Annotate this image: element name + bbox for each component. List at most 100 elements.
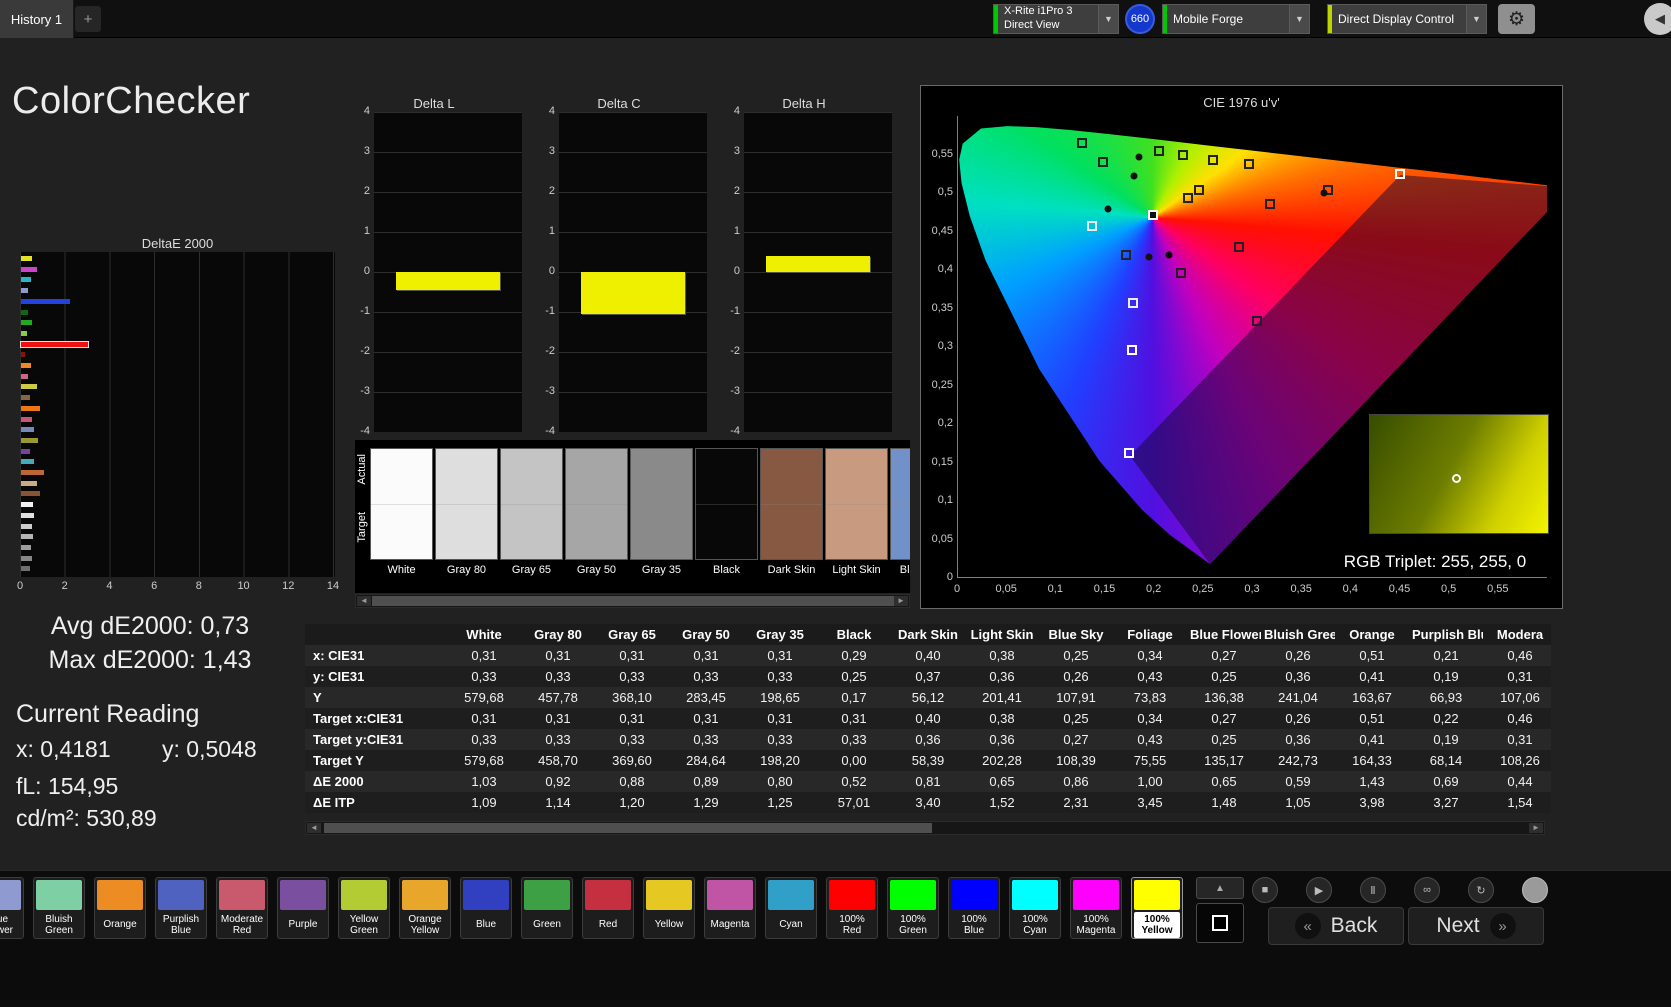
- de2000-bar: [21, 480, 37, 486]
- cie-measured-marker: [1145, 253, 1153, 261]
- table-cell: 0,86: [1063, 774, 1089, 789]
- table-row: x: CIE31 0,31 0,31 0,31 0,31 0,31 0,29 0,40 0,38…: [305, 645, 1551, 666]
- patch-button-blue-flower[interactable]: Blue Flower: [0, 877, 24, 939]
- collapse-panel-icon[interactable]: ◀: [1644, 3, 1671, 35]
- cie-target-marker: [1207, 154, 1218, 165]
- patch-button-purplish-blue[interactable]: Purplish Blue: [155, 877, 207, 939]
- de2000-bar: [21, 448, 30, 454]
- chevron-down-icon[interactable]: ▼: [1466, 5, 1486, 33]
- table-scrollbar[interactable]: ◄ ►: [305, 821, 1545, 835]
- chevron-down-icon[interactable]: ▼: [1289, 5, 1309, 33]
- patch-button-red[interactable]: Red: [582, 877, 634, 939]
- table-cell: 1,00: [1137, 774, 1163, 789]
- patch-button-orange-yellow[interactable]: Orange Yellow: [399, 877, 451, 939]
- patch-button-100-magenta[interactable]: 100% Magenta: [1070, 877, 1122, 939]
- table-row: Target y:CIE31 0,33 0,33 0,33 0,33 0,33 0,33 0,…: [305, 729, 1551, 750]
- axis-tick-label: 0: [733, 265, 740, 277]
- table-cell: 0,36: [1285, 732, 1311, 747]
- table-cell: 0,80: [767, 774, 793, 789]
- table-cell: 0,19: [1433, 669, 1459, 684]
- gear-icon[interactable]: ⚙: [1498, 4, 1535, 34]
- de2000-bar: [21, 470, 45, 475]
- axis-tick-label: 0: [548, 265, 555, 277]
- patch-button-yellow[interactable]: Yellow: [643, 877, 695, 939]
- meter-dropdown[interactable]: X-Rite i1Pro 3 Direct View ▼: [993, 4, 1119, 34]
- patch-button-bluish-green[interactable]: Bluish Green: [33, 877, 85, 939]
- patch-button-orange[interactable]: Orange: [94, 877, 146, 939]
- next-chevrons-icon: »: [1489, 913, 1516, 939]
- table-row-label: y: CIE31: [313, 669, 365, 684]
- meter-name: X-Rite i1Pro 3: [1004, 5, 1073, 18]
- table-row: ΔE ITP 1,09 1,14 1,20 1,29 1,25 57,01 3,40 1,52 2…: [305, 792, 1551, 813]
- de2000-bar: [21, 523, 33, 529]
- current-fl: fL: 154,95: [16, 773, 119, 799]
- chevron-down-icon[interactable]: ▼: [1098, 5, 1118, 33]
- pause-icon[interactable]: Ⅱ: [1360, 877, 1386, 903]
- screen-icon[interactable]: [1522, 877, 1548, 903]
- table-row: Y 579,68 457,78 368,10 283,45 198,65 0,17 56,12…: [305, 687, 1551, 708]
- patch-button-100-red[interactable]: 100% Red: [826, 877, 878, 939]
- infinity-icon[interactable]: ∞: [1414, 877, 1440, 903]
- patch-button-100-blue[interactable]: 100% Blue: [948, 877, 1000, 939]
- caret-up-icon[interactable]: ▲: [1196, 877, 1244, 899]
- de2000-bar: [21, 555, 33, 561]
- patch-button-yellow-green[interactable]: Yellow Green: [338, 877, 390, 939]
- scroll-left-icon[interactable]: ◄: [307, 823, 321, 833]
- next-button[interactable]: Next »: [1408, 907, 1544, 945]
- scroll-left-icon[interactable]: ◄: [357, 596, 371, 606]
- table-cell: 0,33: [545, 732, 571, 747]
- axis-tick-label: 14: [326, 580, 340, 592]
- back-button[interactable]: « Back: [1268, 907, 1404, 945]
- current-x: x: 0,4181: [16, 736, 111, 762]
- display-control-dropdown[interactable]: Direct Display Control ▼: [1327, 4, 1487, 34]
- patch-button-magenta[interactable]: Magenta: [704, 877, 756, 939]
- table-cell: 0,25: [841, 669, 867, 684]
- scrollbar-thumb[interactable]: [324, 823, 932, 833]
- de2000-chart: [20, 252, 335, 577]
- table-cell: 1,29: [693, 795, 719, 810]
- cie-target-marker: [1193, 184, 1204, 195]
- cie-measured-marker: [1320, 189, 1328, 197]
- patch-strip-scrollbar[interactable]: ◄ ►: [355, 594, 910, 608]
- play-icon[interactable]: ▶: [1306, 877, 1332, 903]
- table-cell: 0,31: [841, 711, 867, 726]
- pattern-source-dropdown[interactable]: Mobile Forge ▼: [1162, 4, 1310, 34]
- axis-tick-label: 3: [548, 145, 555, 157]
- patch-button-purple[interactable]: Purple: [277, 877, 329, 939]
- table-cell: 241,04: [1278, 690, 1318, 705]
- de2000-bar: [21, 373, 28, 379]
- cie-target-marker: [1127, 345, 1138, 356]
- patch-button-green[interactable]: Green: [521, 877, 573, 939]
- patch-button-label: Red: [598, 919, 618, 931]
- add-tab-button[interactable]: +: [75, 6, 101, 32]
- delta-c-wrap: 4 3 2 1 0 -1 -2 -3 -4: [531, 105, 707, 437]
- patch-swatch: [630, 448, 693, 560]
- table-column-header: Gray 35: [743, 624, 817, 645]
- patch-button-cyan[interactable]: Cyan: [765, 877, 817, 939]
- repeat-icon[interactable]: ↻: [1468, 877, 1494, 903]
- reference-patch: Gray 50: [565, 448, 628, 576]
- table-cell: 458,70: [538, 753, 578, 768]
- patch-button-blue[interactable]: Blue: [460, 877, 512, 939]
- stop-icon[interactable]: ■: [1252, 877, 1278, 903]
- reference-patch: Gray 35: [630, 448, 693, 576]
- table-cell: 0,89: [693, 774, 719, 789]
- history-tab[interactable]: History 1: [0, 0, 74, 38]
- scroll-right-icon[interactable]: ►: [1529, 823, 1543, 833]
- table-cell: 579,68: [464, 753, 504, 768]
- patch-button-moderate-red[interactable]: Moderate Red: [216, 877, 268, 939]
- patch-button-100-cyan[interactable]: 100% Cyan: [1009, 877, 1061, 939]
- scroll-right-icon[interactable]: ►: [894, 596, 908, 606]
- window-icon: [1212, 915, 1228, 931]
- scrollbar-thumb[interactable]: [372, 596, 894, 606]
- patch-button-label: 100% Cyan: [1022, 913, 1048, 936]
- patch-button-100-yellow[interactable]: 100% Yellow: [1131, 877, 1183, 939]
- table-cell: 0,36: [989, 732, 1015, 747]
- table-cell: 107,91: [1056, 690, 1096, 705]
- table-column-header: Gray 80: [521, 624, 595, 645]
- delta-c-title: Delta C: [597, 96, 641, 111]
- patch-button-100-green[interactable]: 100% Green: [887, 877, 939, 939]
- pattern-window-button[interactable]: [1196, 903, 1244, 943]
- reference-patch: Black: [695, 448, 758, 576]
- cie-target-marker: [1176, 268, 1187, 279]
